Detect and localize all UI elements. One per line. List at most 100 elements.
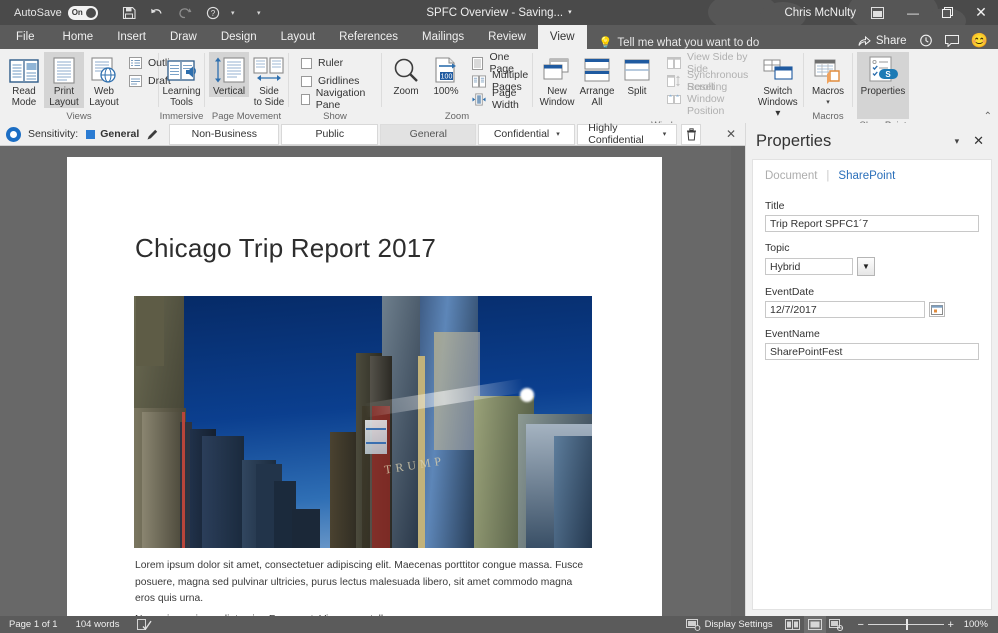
zoom-100-button[interactable]: 100 100%	[426, 52, 466, 97]
macros-button[interactable]: Macros ▾	[808, 52, 848, 108]
macros-label-1: Macros	[812, 86, 844, 97]
ribbon-group-show: Ruler Gridlines Navigation Pane Show	[289, 49, 381, 123]
close-button[interactable]: ✕	[964, 0, 998, 25]
sensitivity-bar: Sensitivity: General Non-Business Public…	[0, 123, 745, 146]
zoom-label-1: Zoom	[393, 86, 418, 97]
qat-customize-caret[interactable]: ▾	[254, 9, 264, 17]
help-icon[interactable]: ?	[200, 2, 226, 24]
share-label: Share	[876, 35, 907, 47]
view-side-by-side-icon	[667, 56, 681, 70]
web-layout-button[interactable]: Web Layout	[84, 52, 124, 108]
sensitivity-close-button[interactable]: ✕	[726, 127, 736, 141]
arrange-all-button[interactable]: Arrange All	[577, 52, 617, 108]
confidential-dropdown-caret[interactable]: ▾	[556, 130, 560, 138]
calendar-icon[interactable]	[929, 302, 945, 317]
read-mode-view-icon[interactable]	[782, 616, 804, 633]
split-button[interactable]: Split	[617, 52, 657, 97]
chevron-down-icon[interactable]: ▼	[857, 257, 875, 276]
vertical-button[interactable]: Vertical	[209, 52, 249, 97]
tab-file[interactable]: File	[0, 25, 51, 49]
autosave-toggle[interactable]: AutoSave On	[14, 6, 98, 20]
ruler-checkbox[interactable]: Ruler	[297, 54, 377, 72]
navigation-pane-checkbox[interactable]: Navigation Pane	[297, 90, 377, 108]
read-mode-button[interactable]: Read Mode	[4, 52, 44, 108]
properties-button[interactable]: S Properties	[857, 52, 909, 119]
print-layout-view-icon[interactable]	[804, 616, 826, 633]
zoom-slider[interactable]: − +	[854, 619, 958, 631]
tell-me-search[interactable]: 💡 Tell me what you want to do	[587, 36, 760, 49]
tab-design[interactable]: Design	[209, 25, 269, 49]
topic-field-input[interactable]: Hybrid	[765, 258, 853, 275]
undo-icon[interactable]	[144, 2, 170, 24]
tab-mailings[interactable]: Mailings	[410, 25, 476, 49]
page-count[interactable]: Page 1 of 1	[0, 616, 67, 633]
macros-dropdown-caret[interactable]: ▾	[826, 97, 830, 108]
proofing-errors-icon[interactable]	[128, 616, 161, 633]
zoom-level[interactable]: 100%	[964, 619, 998, 630]
help-dropdown-caret[interactable]: ▾	[228, 9, 238, 17]
tab-insert[interactable]: Insert	[105, 25, 158, 49]
switch-windows-button[interactable]: Switch Windows ▾	[757, 52, 799, 119]
share-button[interactable]: Share	[858, 35, 907, 47]
version-history-icon[interactable]	[919, 34, 933, 47]
display-settings-button[interactable]: Display Settings	[677, 616, 782, 633]
minimize-button[interactable]: —	[896, 0, 930, 25]
sensitivity-option-general[interactable]: General	[380, 124, 476, 145]
restore-button[interactable]	[930, 0, 964, 25]
tab-references[interactable]: References	[327, 25, 410, 49]
feedback-smiley-icon[interactable]: 😊	[971, 32, 988, 49]
zoom-slider-track[interactable]	[868, 624, 944, 625]
reset-window-position-icon	[667, 92, 681, 106]
document-page[interactable]: Chicago Trip Report 2017	[67, 157, 662, 616]
document-title-caret[interactable]: ▾	[568, 9, 572, 16]
pencil-icon[interactable]	[146, 128, 159, 141]
sensitivity-option-non-business[interactable]: Non-Business	[169, 124, 279, 145]
sensitivity-option-confidential[interactable]: Confidential ▾	[478, 124, 575, 145]
trash-icon[interactable]	[681, 124, 701, 145]
sensitivity-option-highly-confidential[interactable]: Highly Confidential ▾	[577, 124, 677, 145]
sensitivity-option-public[interactable]: Public	[281, 124, 378, 145]
user-name[interactable]: Chris McNulty	[784, 7, 856, 19]
tab-home[interactable]: Home	[51, 25, 106, 49]
zoom-out-button[interactable]: −	[854, 619, 868, 631]
navigation-pane-checkbox-box[interactable]	[301, 94, 310, 105]
zoom-in-button[interactable]: +	[944, 619, 958, 631]
zoom-button[interactable]: Zoom	[386, 52, 426, 97]
eventdate-field-input[interactable]: 12/7/2017	[765, 301, 925, 318]
autosave-switch[interactable]: On	[68, 6, 98, 20]
properties-pane-options-caret[interactable]: ▾	[947, 132, 968, 151]
learning-tools-button[interactable]: Learning Tools	[162, 52, 202, 108]
tab-layout[interactable]: Layout	[269, 25, 328, 49]
print-layout-button[interactable]: Print Layout	[44, 52, 84, 108]
gridlines-label: Gridlines	[318, 75, 359, 87]
topic-field-row: Hybrid ▼	[765, 257, 979, 276]
tab-view[interactable]: View	[538, 25, 587, 49]
split-label-1: Split	[627, 86, 646, 97]
side-to-side-button[interactable]: Side to Side	[249, 52, 289, 108]
properties-tab-document[interactable]: Document	[765, 170, 817, 182]
highly-confidential-dropdown-caret[interactable]: ▾	[663, 130, 667, 138]
chicago-skyline-photo[interactable]: TRUMP	[134, 296, 592, 548]
web-layout-view-icon[interactable]	[826, 616, 848, 633]
tab-review[interactable]: Review	[476, 25, 538, 49]
properties-pane-header: Properties ▾ ✕	[746, 123, 998, 159]
comments-icon[interactable]	[945, 35, 959, 47]
side-to-side-label-2: to Side	[254, 97, 285, 108]
ribbon-display-options-icon[interactable]	[866, 4, 888, 22]
properties-pane-close-button[interactable]: ✕	[967, 131, 990, 151]
tab-draw[interactable]: Draw	[158, 25, 209, 49]
collapse-ribbon-button[interactable]: ⌃	[984, 111, 992, 122]
document-canvas[interactable]: Chicago Trip Report 2017	[0, 146, 731, 616]
gridlines-checkbox-box[interactable]	[301, 76, 312, 87]
zoom-slider-knob[interactable]	[906, 619, 908, 630]
new-window-button[interactable]: New Window	[537, 52, 577, 108]
page-width-button[interactable]: Page Width	[468, 90, 532, 108]
properties-tab-sharepoint[interactable]: SharePoint	[838, 170, 895, 182]
eventname-field-input[interactable]: SharePointFest	[765, 343, 979, 360]
read-mode-icon	[9, 54, 39, 84]
word-count[interactable]: 104 words	[67, 616, 129, 633]
ruler-checkbox-box[interactable]	[301, 58, 312, 69]
save-icon[interactable]	[116, 2, 142, 24]
title-field-input[interactable]: Trip Report SPFC1´7	[765, 215, 979, 232]
show-checkbox-list: Ruler Gridlines Navigation Pane	[297, 52, 377, 108]
